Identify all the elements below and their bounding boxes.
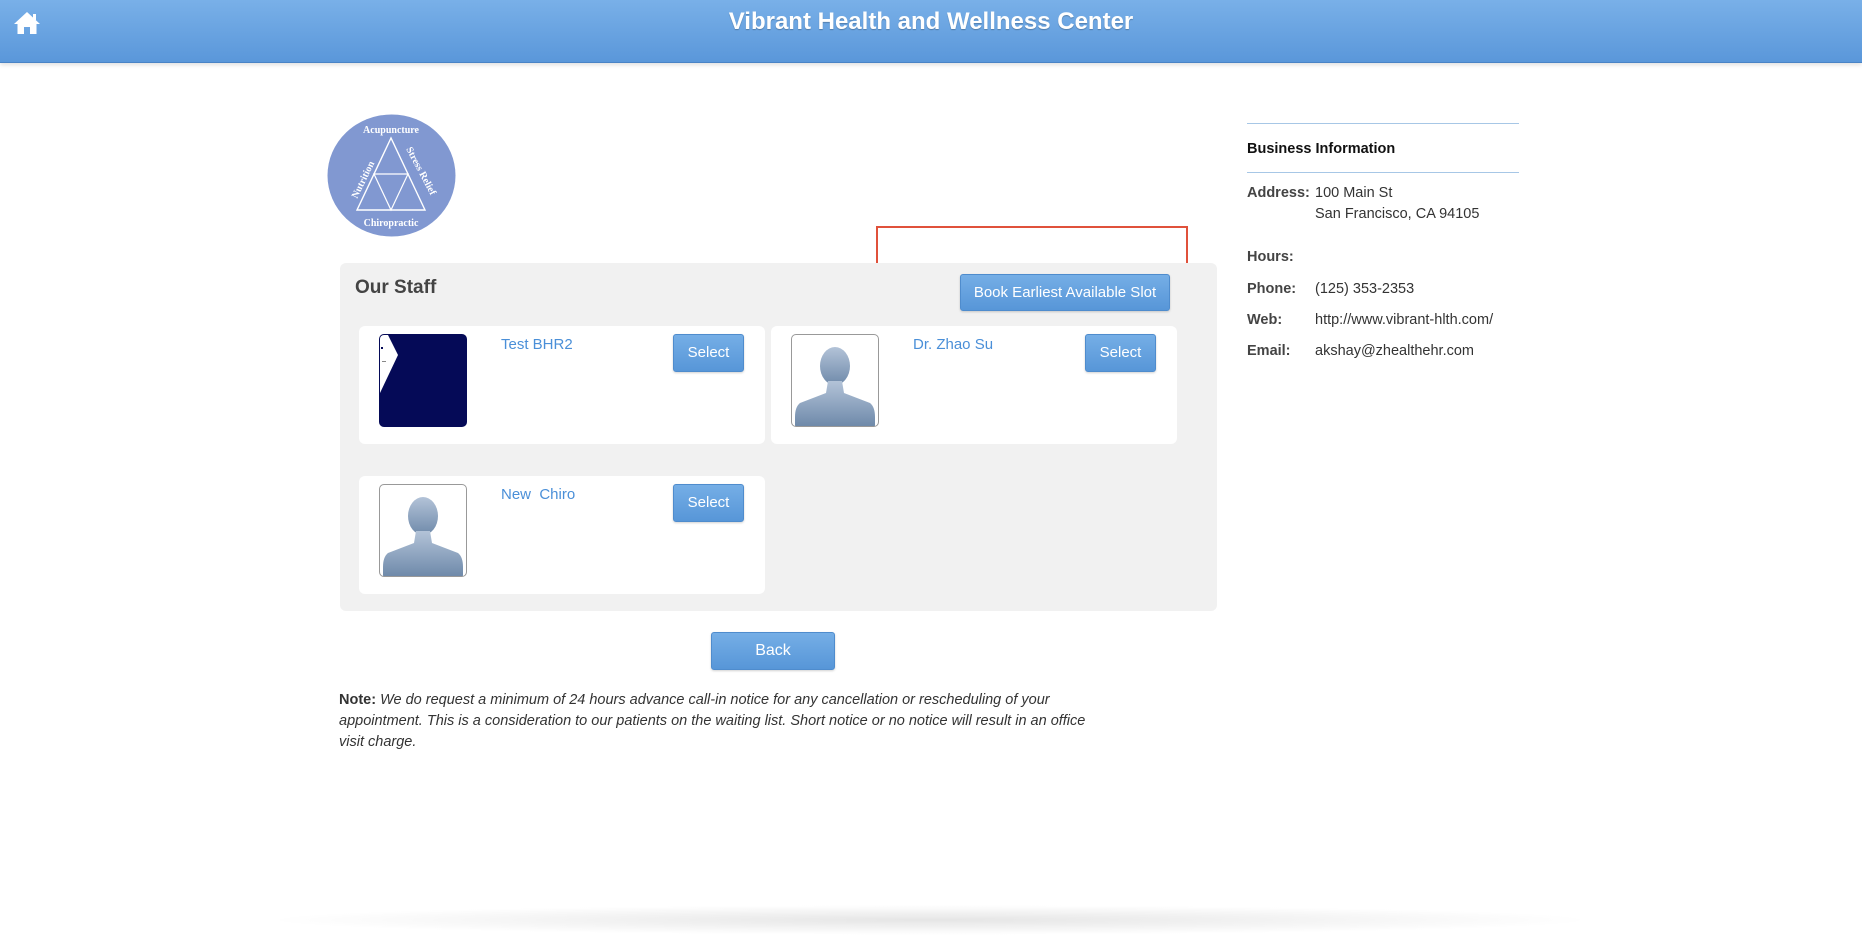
web-link[interactable]: http://www.vibrant-hlth.com/ [1315, 310, 1493, 331]
business-logo: Acupuncture Chiropractic Nutrition Stres… [327, 114, 456, 237]
cancellation-note: Note: We do request a minimum of 24 hour… [339, 690, 1099, 753]
select-button[interactable]: Select [673, 484, 744, 522]
bottom-shadow [260, 905, 1600, 935]
email-link[interactable]: akshay@zhealthehr.com [1315, 341, 1474, 362]
divider [1247, 172, 1519, 173]
staff-name[interactable]: Dr. Zhao Su [913, 336, 993, 353]
email-label: Email: [1247, 343, 1291, 359]
staff-card: Dr. Zhao Su Select [771, 326, 1177, 444]
select-button[interactable]: Select [1085, 334, 1156, 372]
back-button[interactable]: Back [711, 632, 835, 670]
top-bar: Vibrant Health and Wellness Center [0, 0, 1862, 63]
note-text: We do request a minimum of 24 hours adva… [339, 692, 1086, 750]
address-label: Address: [1247, 185, 1310, 201]
staff-photo [379, 334, 467, 427]
staff-card: New Chiro Select [359, 476, 765, 594]
book-earliest-slot-button[interactable]: Book Earliest Available Slot [960, 274, 1170, 311]
staff-name[interactable]: New Chiro [501, 486, 575, 503]
business-info-title: Business Information [1247, 141, 1396, 157]
web-label: Web: [1247, 312, 1283, 328]
page-title: Vibrant Health and Wellness Center [728, 8, 1134, 35]
address-line2: San Francisco, CA 94105 [1315, 206, 1480, 222]
business-info: Business Information Address: 100 Main S… [1247, 123, 1519, 359]
address-line1: 100 Main St [1315, 185, 1393, 201]
hours-label: Hours: [1247, 249, 1294, 265]
staff-heading: Our Staff [355, 277, 437, 298]
logo-text-top: Acupuncture [363, 125, 419, 136]
staff-card: Test BHR2 Select [359, 326, 765, 444]
staff-panel: Our Staff Book Earliest Available Slot T… [340, 263, 1217, 611]
phone-value: (125) 353-2353 [1315, 281, 1415, 297]
silhouette-icon [379, 484, 467, 577]
logo-text-bottom: Chiropractic [364, 218, 419, 229]
select-button[interactable]: Select [673, 334, 744, 372]
staff-name[interactable]: Test BHR2 [501, 336, 573, 353]
silhouette-icon [791, 334, 879, 427]
note-label: Note: [339, 692, 377, 708]
phone-label: Phone: [1247, 281, 1297, 297]
